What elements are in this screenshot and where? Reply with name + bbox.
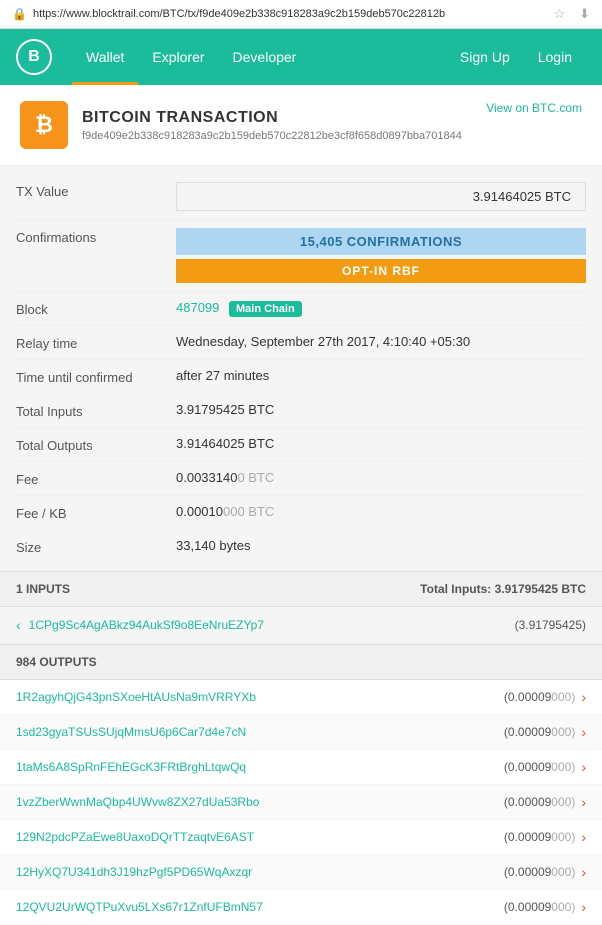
output-row: 1vzZberWwnMaQbp4UWvw8ZX27dUa53Rbo (0.000… [0,785,602,820]
tx-value-row: TX Value 3.91464025 BTC [16,174,586,220]
tx-value-box: 3.91464025 BTC [176,182,586,211]
url-text: https://www.blocktrail.com/BTC/tx/f9de40… [33,8,445,20]
chevron-right-icon: › [581,689,586,705]
chevron-right-icon: › [581,759,586,775]
output-row: 1taMs6A8SpRnFEhEGcK3FRtBrghLtqwQq (0.000… [0,750,602,785]
output-amount: (0.00009000) [504,760,575,774]
chevron-right-icon: › [581,829,586,845]
nav-explorer[interactable]: Explorer [138,29,218,85]
output-address[interactable]: 1vzZberWwnMaQbp4UWvw8ZX27dUa53Rbo [16,795,504,809]
total-outputs-label: Total Outputs [16,436,176,453]
size-label: Size [16,538,176,555]
tx-value-value: 3.91464025 BTC [176,182,586,211]
output-row: 12HyXQ7U341dh3J19hzPgf5PD65WqAxzqr (0.00… [0,855,602,890]
output-amount: (0.00009000) [504,725,575,739]
confirmations-label: Confirmations [16,228,176,245]
chevron-right-icon: › [581,899,586,915]
nav-right: Sign Up Login [446,29,586,85]
size-row: Size 33,140 bytes [16,530,586,563]
output-address[interactable]: 1sd23gyaTSUsSUjqMmsU6p6Car7d4e7cN [16,725,504,739]
total-inputs-label: Total Inputs [16,402,176,419]
relay-time-label: Relay time [16,334,176,351]
relay-time-row: Relay time Wednesday, September 27th 201… [16,326,586,360]
nav-bar: B Wallet Explorer Developer Sign Up Logi… [0,29,602,85]
output-address[interactable]: 12HyXQ7U341dh3J19hzPgf5PD65WqAxzqr [16,865,504,879]
confirmations-row: Confirmations 15,405 CONFIRMATIONS OPT-I… [16,220,586,292]
output-amount: (0.00009000) [504,690,575,704]
fee-kb-value: 0.00010000 BTC [176,504,586,519]
view-on-btc-link[interactable]: View on BTC.com [486,101,582,115]
fee-kb-label: Fee / KB [16,504,176,521]
login-button[interactable]: Login [524,29,586,85]
block-number[interactable]: 487099 [176,300,219,315]
time-confirmed-label: Time until confirmed [16,368,176,385]
output-address[interactable]: 1taMs6A8SpRnFEhEGcK3FRtBrghLtqwQq [16,760,504,774]
nav-developer[interactable]: Developer [219,29,311,85]
input-address[interactable]: 1CPg9Sc4AgABkz94AukSf9o8EeNruEZYp7 [29,618,507,632]
confirmations-value: 15,405 CONFIRMATIONS OPT-IN RBF [176,228,586,283]
outputs-list: 1R2agyhQjG43pnSXoeHtAUsNa9mVRRYXb (0.000… [0,680,602,925]
output-row: 12QVU2UrWQTPuXvu5LXs67r1ZnfUFBmN57 (0.00… [0,890,602,925]
inputs-total-label: Total Inputs: 3.91795425 BTC [420,582,586,596]
output-row: 1sd23gyaTSUsSUjqMmsU6p6Car7d4e7cN (0.000… [0,715,602,750]
confirmations-box: 15,405 CONFIRMATIONS [176,228,586,255]
total-outputs-value: 3.91464025 BTC [176,436,586,451]
address-bar: 🔒 https://www.blocktrail.com/BTC/tx/f9de… [0,0,602,29]
output-address[interactable]: 1R2agyhQjG43pnSXoeHtAUsNa9mVRRYXb [16,690,504,704]
block-row: Block 487099 Main Chain [16,292,586,326]
time-confirmed-value: after 27 minutes [176,368,586,383]
fee-kb-row: Fee / KB 0.00010000 BTC [16,496,586,530]
fee-kb-dim: 000 BTC [223,504,274,519]
total-inputs-row: Total Inputs 3.91795425 BTC [16,394,586,428]
relay-time-value: Wednesday, September 27th 2017, 4:10:40 … [176,334,586,349]
main-chain-badge: Main Chain [229,301,302,317]
transaction-hash: f9de409e2b338c918283a9c2b159deb570c22812… [82,130,486,142]
bitcoin-icon: ₿ [20,101,68,149]
total-outputs-row: Total Outputs 3.91464025 BTC [16,428,586,462]
lock-icon: 🔒 [12,7,27,21]
output-address[interactable]: 12QVU2UrWQTPuXvu5LXs67r1ZnfUFBmN57 [16,900,504,914]
inputs-section-header: 1 INPUTS Total Inputs: 3.91795425 BTC [0,571,602,607]
chevron-left-icon: ‹ [16,617,21,633]
outputs-section-header: 984 OUTPUTS [0,644,602,680]
time-confirmed-row: Time until confirmed after 27 minutes [16,360,586,394]
tx-value-label: TX Value [16,182,176,199]
output-row: 1R2agyhQjG43pnSXoeHtAUsNa9mVRRYXb (0.000… [0,680,602,715]
output-row: 129N2pdcPZaEwe8UaxoDQrTTzaqtvE6AST (0.00… [0,820,602,855]
size-value: 33,140 bytes [176,538,586,553]
output-address[interactable]: 129N2pdcPZaEwe8UaxoDQrTTzaqtvE6AST [16,830,504,844]
nav-wallet[interactable]: Wallet [72,29,138,85]
transaction-title: BITCOIN TRANSACTION [82,109,486,127]
rbf-box: OPT-IN RBF [176,259,586,283]
fee-row: Fee 0.00331400 BTC [16,462,586,496]
download-icon: ⬇ [579,6,590,22]
block-label: Block [16,300,176,317]
bookmark-icon: ☆ [553,6,565,22]
nav-links: Wallet Explorer Developer [72,29,446,85]
input-amount: (3.91795425) [515,618,586,632]
transaction-header: ₿ BITCOIN TRANSACTION f9de409e2b338c9182… [0,85,602,166]
outputs-count-label: 984 OUTPUTS [16,655,97,669]
fee-kb-main: 0.00010 [176,504,223,519]
signup-button[interactable]: Sign Up [446,29,524,85]
input-row: ‹ 1CPg9Sc4AgABkz94AukSf9o8EeNruEZYp7 (3.… [0,607,602,644]
chevron-right-icon: › [581,794,586,810]
output-amount: (0.00009000) [504,795,575,809]
total-inputs-value: 3.91795425 BTC [176,402,586,417]
transaction-title-block: BITCOIN TRANSACTION f9de409e2b338c918283… [82,109,486,142]
logo[interactable]: B [16,39,52,75]
fee-dim: 0 BTC [237,470,274,485]
chevron-right-icon: › [581,724,586,740]
chevron-right-icon: › [581,864,586,880]
output-amount: (0.00009000) [504,865,575,879]
fee-main: 0.0033140 [176,470,237,485]
output-amount: (0.00009000) [504,900,575,914]
fee-label: Fee [16,470,176,487]
output-amount: (0.00009000) [504,830,575,844]
fee-value: 0.00331400 BTC [176,470,586,485]
block-value: 487099 Main Chain [176,300,586,317]
inputs-count-label: 1 INPUTS [16,582,70,596]
transaction-details: TX Value 3.91464025 BTC Confirmations 15… [0,166,602,571]
